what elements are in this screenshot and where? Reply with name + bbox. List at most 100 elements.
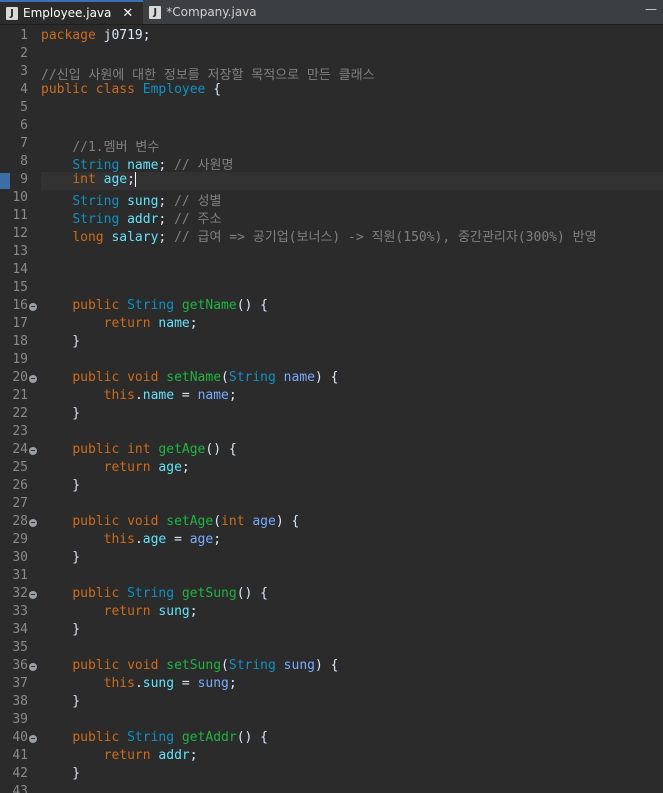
code-token: ; [189, 604, 198, 619]
code-token: ; [228, 676, 237, 691]
code-line[interactable]: package j0719; [41, 28, 151, 46]
code-line[interactable]: } [41, 478, 80, 496]
code-line[interactable]: public void setSung(String sung) { [41, 658, 338, 676]
tab-label: Employee.java [23, 6, 112, 20]
code-token: ; [158, 212, 175, 227]
line-number: 15 [12, 280, 28, 295]
minimize-icon[interactable]: — [645, 2, 657, 16]
fold-collapse-icon[interactable]: − [29, 735, 37, 743]
line-number: 21 [12, 388, 28, 403]
code-token: public [72, 442, 120, 457]
code-line[interactable]: } [41, 334, 80, 352]
code-token: ) { [314, 658, 339, 673]
code-line[interactable]: } [41, 766, 80, 784]
code-line[interactable]: public void setAge(int age) { [41, 514, 299, 532]
line-number: 19 [12, 352, 28, 367]
code-token: public [72, 730, 120, 745]
code-token: this [103, 532, 135, 547]
code-line[interactable]: public void setName(String name) { [41, 370, 338, 388]
code-line[interactable]: int age; [41, 172, 663, 190]
code-token: } [41, 550, 81, 565]
code-token: int [127, 442, 151, 457]
code-token: String [127, 298, 175, 313]
code-token: public [72, 298, 120, 313]
tab-employee-java[interactable]: J Employee.java ✕ [0, 0, 144, 24]
fold-collapse-icon[interactable]: − [29, 591, 37, 599]
code-line[interactable]: public String getName() { [41, 298, 268, 316]
code-token: ; [158, 230, 175, 245]
code-token: . [134, 676, 143, 691]
code-line[interactable]: return addr; [41, 748, 198, 766]
code-line[interactable]: return sung; [41, 604, 198, 622]
code-line[interactable]: return name; [41, 316, 198, 334]
code-token: ; [127, 172, 135, 187]
line-number: 24 [12, 442, 28, 457]
code-token: Employee [142, 82, 206, 97]
code-token: setName [166, 370, 222, 385]
line-number: 11 [12, 208, 28, 223]
code-token: () { [236, 586, 269, 601]
code-token: salary [111, 230, 159, 245]
code-line[interactable]: this.age = age; [41, 532, 221, 550]
code-token: ( [221, 370, 229, 385]
code-line[interactable]: } [41, 694, 80, 712]
line-number: 30 [12, 550, 28, 565]
line-number: 23 [12, 424, 28, 439]
code-token: j0719; [95, 28, 151, 43]
code-line[interactable]: } [41, 406, 80, 424]
code-line[interactable]: String sung; // 성별 [41, 190, 221, 209]
fold-collapse-icon[interactable]: − [29, 303, 37, 311]
fold-collapse-icon[interactable]: − [29, 663, 37, 671]
fold-collapse-icon[interactable]: − [29, 375, 37, 383]
line-number: 16 [12, 298, 28, 313]
code-line[interactable]: this.sung = sung; [41, 676, 237, 694]
line-number: 18 [12, 334, 28, 349]
code-line[interactable]: } [41, 622, 80, 640]
line-number: 25 [12, 460, 28, 475]
code-line[interactable]: public int getAge() { [41, 442, 236, 460]
line-number: 10 [12, 190, 28, 205]
code-line[interactable]: public String getAddr() { [41, 730, 268, 748]
code-line[interactable]: //1.멤버 변수 [41, 136, 159, 155]
code-token: getName [181, 298, 237, 313]
code-editor[interactable]: 1 2 3 4 5 6 7 8 9 10 11 12 13 14 15 16−17 18 19 20−21 22 23 2… [0, 25, 663, 793]
code-line[interactable]: this.name = name; [41, 388, 237, 406]
code-token: // 급여 => 공기업(보너스) -> 직원(150%), 중간관리자(300… [174, 230, 597, 245]
code-token: { [205, 82, 222, 97]
code-token: ; [158, 194, 175, 209]
fold-collapse-icon[interactable]: − [29, 519, 37, 527]
code-token: public [41, 82, 88, 97]
code-line[interactable]: //신입 사원에 대한 정보를 저장할 목적으로 만든 클래스 [41, 64, 375, 83]
line-number: 2 [20, 46, 28, 61]
line-number: 29 [12, 532, 28, 547]
code-token: } [41, 334, 81, 349]
line-number: 3 [20, 64, 28, 79]
code-line[interactable]: String name; // 사원명 [41, 154, 233, 173]
tab-company-java[interactable]: J *Company.java [143, 0, 266, 24]
code-line[interactable]: } [41, 550, 80, 568]
code-line[interactable]: return age; [41, 460, 190, 478]
code-token: void [127, 658, 159, 673]
close-icon[interactable]: ✕ [122, 6, 133, 21]
code-line[interactable]: long salary; // 급여 => 공기업(보너스) -> 직원(150… [41, 226, 597, 245]
fold-collapse-icon[interactable]: − [29, 447, 37, 455]
window-controls: — [645, 2, 657, 16]
code-line[interactable]: public String getSung() { [41, 586, 268, 604]
code-token: ; [181, 460, 190, 475]
code-token: age [158, 460, 182, 475]
code-line[interactable]: String addr; // 주소 [41, 208, 221, 227]
code-line[interactable]: public class Employee { [41, 82, 221, 100]
code-token: String [72, 158, 120, 173]
